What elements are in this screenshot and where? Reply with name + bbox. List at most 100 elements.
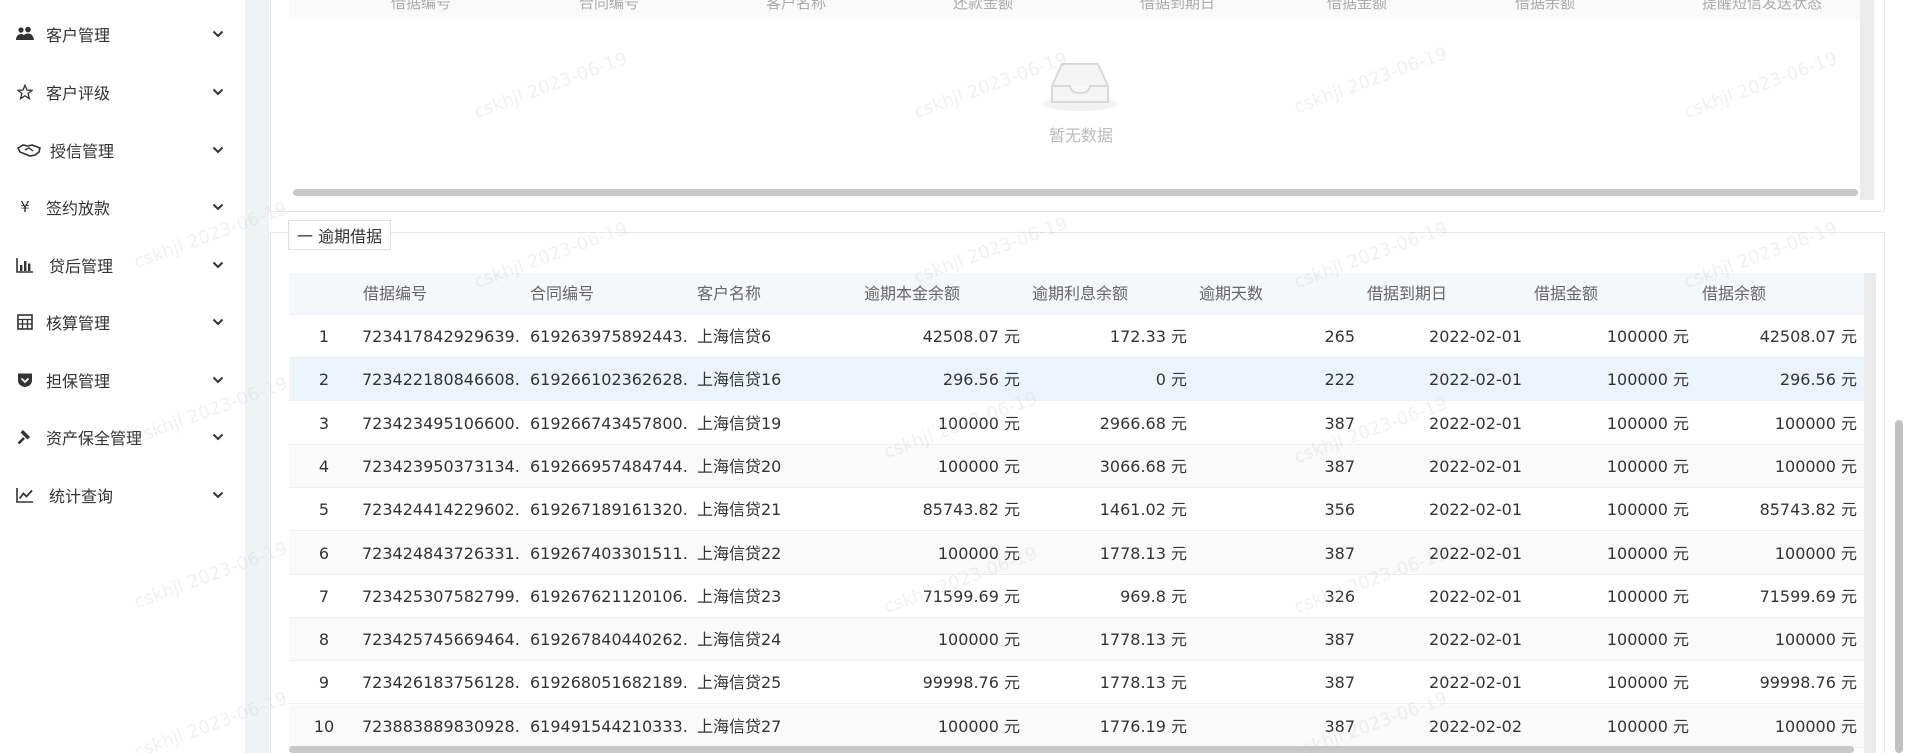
loan-number-cell: 723417842929639... (362, 327, 520, 346)
table-row[interactable]: 3 723423495106600... 619266743457800... 上海信… (289, 401, 1864, 445)
loan-balance-cell: 71599.69 元 (1759, 586, 1857, 606)
bar-chart-icon (16, 256, 34, 274)
sidebar-item-post-loan[interactable]: 贷后管理 (0, 245, 245, 285)
chevron-down-icon (210, 26, 226, 42)
star-outline-icon (16, 83, 34, 101)
loan-balance-cell: 296.56 元 (1779, 370, 1857, 390)
overdue-principal-cell: 100000 元 (937, 630, 1020, 650)
contract-number-cell: 619267840440262... (530, 630, 688, 650)
overdue-legend: 一 逾期借据 (288, 220, 392, 250)
overdue-principal-cell: 42508.07 元 (922, 327, 1020, 346)
overdue-days-cell: 326 (1324, 586, 1355, 606)
due-date-cell: 2022-02-01 (1429, 327, 1522, 346)
overdue-interest-cell: 0 元 (1155, 370, 1187, 390)
contract-number-cell: 619491544210333... (530, 716, 688, 736)
table-row[interactable]: 9 723426183756128... 619268051682189... 上海信… (289, 661, 1864, 705)
due-date-cell: 2022-02-01 (1429, 456, 1522, 476)
sidebar-item-customer-rating[interactable]: 客户评级 (0, 72, 245, 112)
due-date-cell: 2022-02-02 (1429, 716, 1522, 736)
sidebar-item-customer-management[interactable]: 客户管理 (0, 14, 245, 54)
vertical-scrollbar-track[interactable] (1860, 0, 1874, 200)
sidebar-item-credit-management[interactable]: 授信管理 (0, 130, 245, 170)
overdue-principal-cell: 100000 元 (937, 413, 1020, 433)
table-row[interactable]: 7 723425307582799... 619267621120106... 上海信… (289, 574, 1864, 618)
users-icon (16, 25, 34, 43)
due-date-cell: 2022-02-01 (1429, 586, 1522, 606)
customer-name-cell: 上海信贷24 (697, 630, 782, 650)
sidebar-menu: 客户管理 客户评级 授信管理 ¥ 签约放款 贷后管理 核算管理 担保管理 资产保… (0, 0, 245, 753)
index-cell: 1 (318, 327, 330, 346)
due-date-cell: 2022-02-01 (1429, 673, 1522, 693)
sidebar-item-asset-preservation[interactable]: 资产保全管理 (0, 417, 245, 457)
due-date-cell: 2022-02-01 (1429, 500, 1522, 520)
table-row[interactable]: 1 723417842929639... 619263975892443... 上海信… (289, 315, 1864, 358)
overdue-days-cell: 387 (1324, 673, 1355, 693)
table-row[interactable]: 5 723424414229602... 619267189161320... 上海信… (289, 488, 1864, 532)
overdue-principal-cell: 71599.69 元 (922, 586, 1020, 606)
sidebar-item-label: 客户评级 (46, 84, 111, 103)
column-header: 提醒短信发送状态 (1702, 0, 1823, 12)
sidebar-item-label: 担保管理 (46, 372, 111, 391)
page-scrollbar-thumb[interactable] (1895, 420, 1903, 753)
index-cell: 8 (318, 630, 330, 650)
overdue-interest-cell: 1778.13 元 (1099, 630, 1187, 650)
calculator-icon (16, 313, 34, 331)
contract-number-cell: 619267621120106... (530, 586, 688, 606)
sidebar-item-label: 资产保全管理 (46, 429, 143, 448)
loan-number-cell: 723422180846608... (362, 370, 520, 390)
column-header[interactable]: 逾期天数 (1199, 273, 1263, 315)
shield-icon (16, 371, 34, 389)
index-cell: 2 (318, 370, 330, 390)
loan-amount-cell: 100000 元 (1606, 716, 1689, 736)
gavel-icon (16, 428, 34, 446)
overdue-days-cell: 387 (1324, 630, 1355, 650)
overdue-interest-cell: 969.8 元 (1120, 586, 1187, 606)
chevron-down-icon (210, 487, 226, 503)
table-row[interactable]: 8 723425745669464... 619267840440262... 上海信… (289, 618, 1864, 662)
loan-amount-cell: 100000 元 (1606, 370, 1689, 390)
table-row[interactable]: 6 723424843726331... 619267403301511... 上海信… (289, 531, 1864, 575)
customer-name-cell: 上海信贷25 (697, 673, 782, 693)
column-header: 合同编号 (579, 0, 640, 12)
customer-name-cell: 上海信贷27 (697, 716, 782, 736)
sidebar-item-accounting[interactable]: 核算管理 (0, 302, 245, 342)
index-cell: 5 (318, 500, 330, 520)
horizontal-scrollbar[interactable] (289, 746, 1854, 753)
sidebar-item-guarantee[interactable]: 担保管理 (0, 360, 245, 400)
loan-number-cell: 723424414229602... (362, 500, 520, 520)
table-row[interactable]: 2 723422180846608... 619266102362628... 上海信… (289, 358, 1864, 402)
sidebar-item-label: 统计查询 (49, 487, 114, 506)
customer-name-cell: 上海信贷19 (697, 413, 782, 433)
column-header: 借据编号 (391, 0, 452, 12)
chevron-down-icon (210, 199, 226, 215)
column-header[interactable]: 合同编号 (530, 273, 594, 315)
loan-number-cell: 723426183756128... (362, 673, 520, 693)
sidebar-item-contract-loan[interactable]: ¥ 签约放款 (0, 187, 245, 227)
overdue-days-cell: 387 (1324, 716, 1355, 736)
sidebar-item-label: 贷后管理 (49, 257, 114, 276)
loan-balance-cell: 42508.07 元 (1759, 327, 1857, 346)
empty-inbox-icon (1040, 56, 1120, 112)
overdue-interest-cell: 1778.13 元 (1099, 543, 1187, 563)
column-header: 借据金额 (1327, 0, 1388, 12)
chevron-down-icon (210, 142, 226, 158)
column-header[interactable]: 借据编号 (363, 273, 427, 315)
index-cell: 7 (318, 586, 330, 606)
sidebar-item-statistics[interactable]: 统计查询 (0, 475, 245, 515)
column-header[interactable]: 逾期本金余额 (864, 273, 960, 315)
overdue-principal-cell: 100000 元 (937, 456, 1020, 476)
due-date-cell: 2022-02-01 (1429, 543, 1522, 563)
column-header[interactable]: 逾期利息余额 (1032, 273, 1128, 315)
column-header[interactable]: 借据金额 (1534, 273, 1598, 315)
table-row[interactable]: 10 723883889830928... 619491544210333... 上海… (289, 704, 1864, 748)
horizontal-scrollbar[interactable] (293, 189, 1858, 196)
column-header[interactable]: 客户名称 (697, 273, 761, 315)
table-vertical-scrollbar[interactable] (1864, 273, 1876, 753)
overdue-days-cell: 387 (1324, 456, 1355, 476)
column-header[interactable]: 借据余额 (1702, 273, 1766, 315)
table-row[interactable]: 4 723423950373134... 619266957484744... 上海信… (289, 444, 1864, 488)
index-cell: 10 (313, 716, 335, 736)
sidebar-item-label: 签约放款 (46, 199, 111, 218)
column-header[interactable]: 借据到期日 (1367, 273, 1447, 315)
overdue-interest-cell: 172.33 元 (1109, 327, 1187, 346)
